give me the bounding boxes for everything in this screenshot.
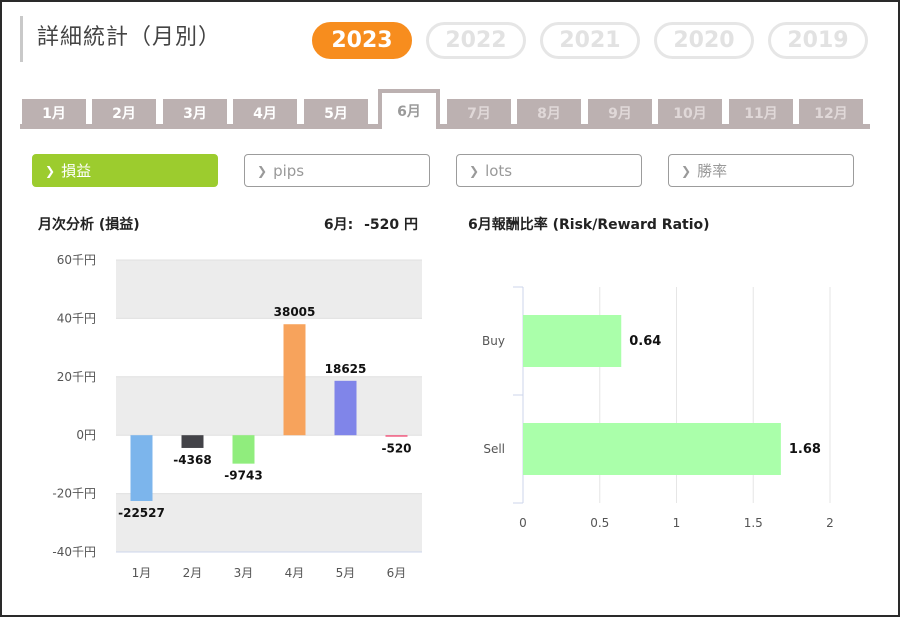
ratio-bar-chart: 0 0.5 1 1.5 2 0.64 Buy 1.68 Sell <box>482 286 834 530</box>
bar-buy <box>523 315 622 367</box>
ratio-chart-title: 6月報酬比率 (Risk/Reward Ratio) <box>468 217 710 233</box>
filter-winrate-button[interactable]: ❯ 勝率 <box>668 154 854 187</box>
x-tick-label: 4月 <box>285 566 305 580</box>
data-label: -9743 <box>224 469 262 483</box>
chevron-right-icon: ❯ <box>469 163 480 178</box>
x-tick-label: 2 <box>826 516 834 530</box>
tab-month-5[interactable]: 5月 <box>304 99 368 126</box>
stats-panel: 詳細統計（月別） 2023 2022 2021 2020 2019 1月 2月 … <box>0 0 900 617</box>
month-summary: 6月: -520 円 <box>324 214 418 234</box>
x-tick-label: 6月 <box>387 566 407 580</box>
year-button-2022[interactable]: 2022 <box>426 22 526 59</box>
tab-month-7[interactable]: 7月 <box>447 99 511 126</box>
bar-2 <box>181 435 204 448</box>
chevron-right-icon: ❯ <box>257 163 268 178</box>
data-label: 1.68 <box>789 442 821 457</box>
filter-label: lots <box>485 161 513 180</box>
tab-month-9[interactable]: 9月 <box>588 99 652 126</box>
bar-6 <box>385 435 408 437</box>
bar-sell <box>523 423 781 475</box>
filter-label: 勝率 <box>697 162 728 180</box>
filter-label: 損益 <box>61 162 92 180</box>
x-tick-label: 1.5 <box>744 516 763 530</box>
grid-band <box>116 260 422 319</box>
y-category-label: Buy <box>482 334 505 348</box>
x-tick-label: 2月 <box>183 566 203 580</box>
data-label: 18625 <box>325 362 367 376</box>
x-tick-label: 5月 <box>336 566 356 580</box>
data-label: -4368 <box>173 453 211 467</box>
grid-band <box>116 493 422 552</box>
year-button-2020[interactable]: 2020 <box>654 22 754 59</box>
chevron-right-icon: ❯ <box>45 163 56 178</box>
filter-lots-button[interactable]: ❯ lots <box>456 154 642 187</box>
y-tick-label: 40千円 <box>57 311 96 325</box>
monthly-chart-title: 月次分析 (損益) <box>38 217 140 233</box>
filter-label: pips <box>273 161 305 180</box>
y-tick-label: 20千円 <box>57 370 96 384</box>
filter-profit-button[interactable]: ❯ 損益 <box>32 154 218 187</box>
y-category-label: Sell <box>483 442 505 456</box>
y-tick-label: 60千円 <box>57 253 96 267</box>
bar-1 <box>130 435 153 501</box>
data-label: -22527 <box>118 506 165 520</box>
y-tick-label: -20千円 <box>52 487 96 501</box>
page-title-wrap: 詳細統計（月別） <box>20 16 221 62</box>
tab-month-1[interactable]: 1月 <box>22 99 86 126</box>
tab-month-8[interactable]: 8月 <box>517 99 581 126</box>
tab-month-6[interactable]: 6月 <box>378 89 440 129</box>
tab-month-4[interactable]: 4月 <box>233 99 297 126</box>
x-tick-label: 3月 <box>234 566 254 580</box>
monthly-bar-chart: 60千円 40千円 20千円 0円 -20千円 -40千円 -22527 1月 -4368 2月 -… <box>52 253 422 580</box>
x-tick-label: 1 <box>673 516 681 530</box>
data-label: 38005 <box>274 305 316 319</box>
filter-pips-button[interactable]: ❯ pips <box>244 154 430 187</box>
chevron-right-icon: ❯ <box>681 163 692 178</box>
x-tick-label: 1月 <box>132 566 152 580</box>
bar-4 <box>283 324 306 436</box>
year-button-2021[interactable]: 2021 <box>540 22 640 59</box>
bar-3 <box>232 435 255 464</box>
grid-band <box>116 376 422 436</box>
x-tick-label: 0.5 <box>590 516 609 530</box>
tab-month-12[interactable]: 12月 <box>799 99 863 126</box>
year-button-2019[interactable]: 2019 <box>768 22 868 59</box>
tab-month-3[interactable]: 3月 <box>163 99 227 126</box>
page-title: 詳細統計（月別） <box>37 25 222 50</box>
data-label: 0.64 <box>629 334 661 349</box>
y-tick-label: 0円 <box>76 428 96 442</box>
month-summary-value: -520 円 <box>364 217 418 233</box>
y-tick-label: -40千円 <box>52 545 96 559</box>
month-summary-label: 6月: <box>323 217 354 233</box>
x-tick-label: 0 <box>519 516 527 530</box>
year-selector: 2023 2022 2021 2020 2019 <box>312 22 868 59</box>
month-tabs: 1月 2月 3月 4月 5月 6月 7月 8月 9月 10月 11月 12月 <box>20 89 870 129</box>
tab-month-11[interactable]: 11月 <box>729 99 793 126</box>
data-label: -520 <box>381 442 411 456</box>
tab-month-10[interactable]: 10月 <box>658 99 722 126</box>
tab-month-2[interactable]: 2月 <box>92 99 156 126</box>
bar-5 <box>334 380 357 436</box>
year-button-2023[interactable]: 2023 <box>312 22 412 59</box>
